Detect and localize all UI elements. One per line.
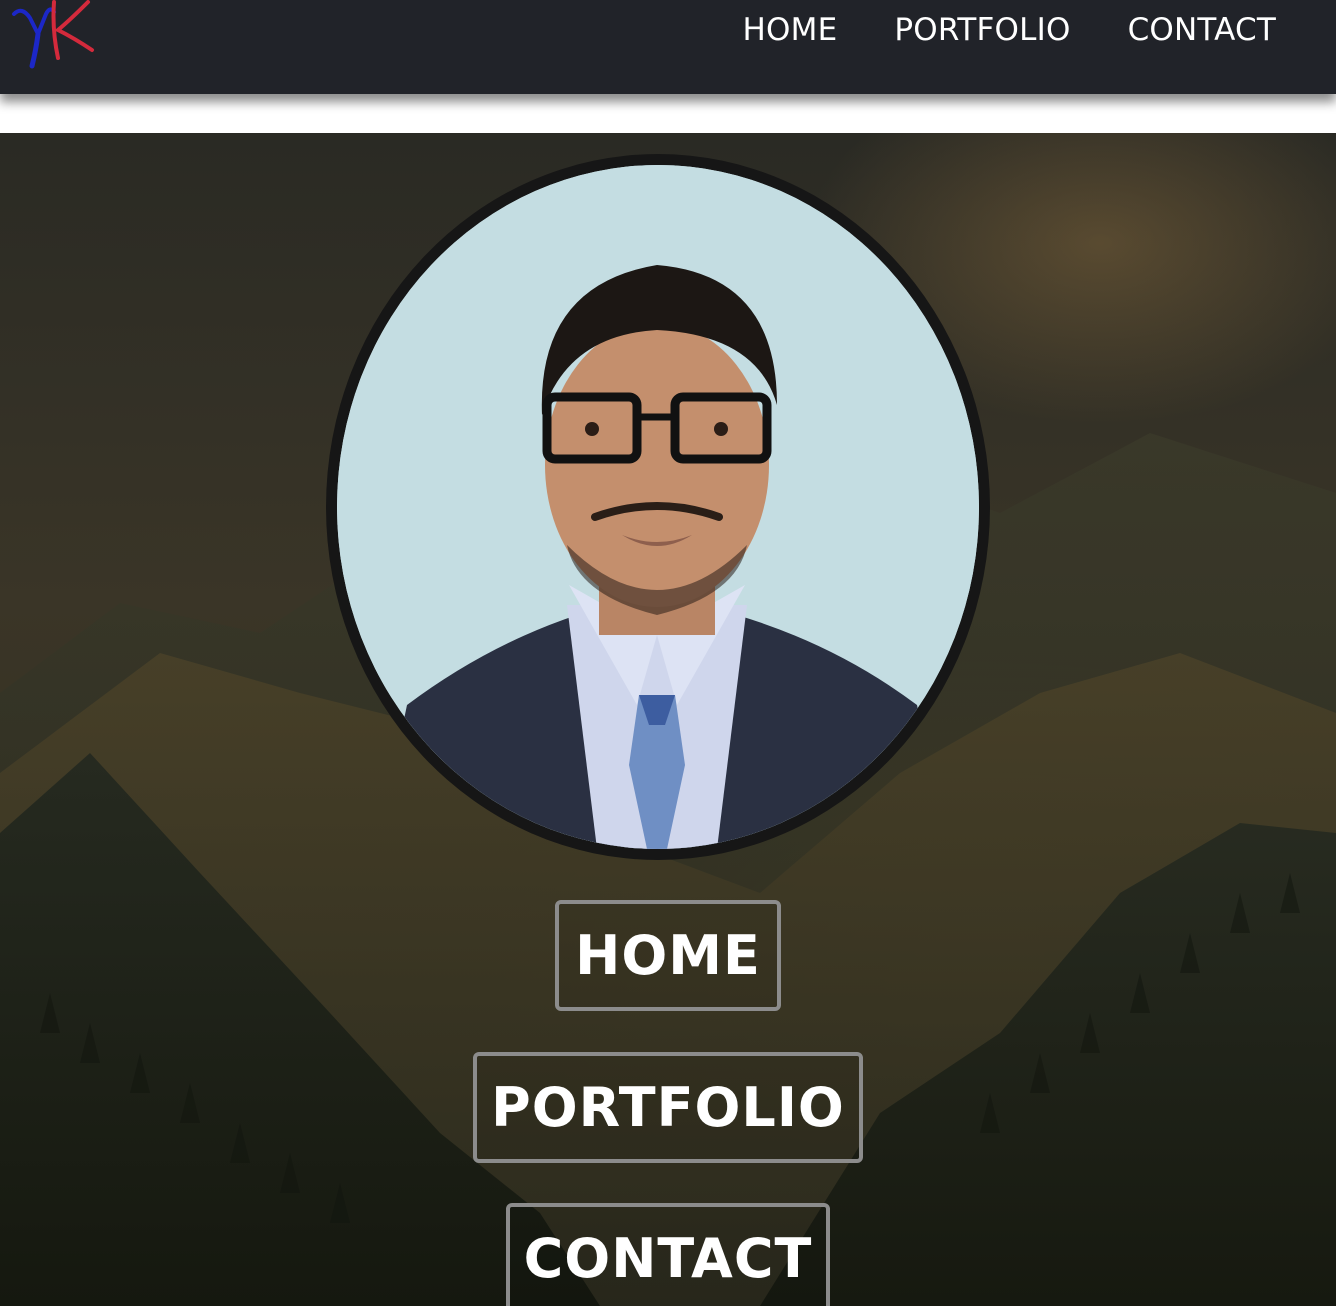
contact-button[interactable]: CONTACT [506,1203,830,1306]
top-navbar: HOME PORTFOLIO CONTACT [0,0,1336,94]
nav-contact-link[interactable]: CONTACT [1128,12,1276,48]
portfolio-button[interactable]: PORTFOLIO [473,1052,863,1163]
nav-portfolio-link[interactable]: PORTFOLIO [894,12,1070,48]
profile-portrait-icon [337,165,979,849]
profile-photo-frame [326,154,990,860]
top-nav: HOME PORTFOLIO CONTACT [743,8,1336,52]
nav-home-link[interactable]: HOME [743,12,838,48]
yk-logo-icon[interactable] [8,0,98,72]
home-button[interactable]: HOME [555,900,781,1011]
hero-section: HOME PORTFOLIO CONTACT [0,133,1336,1306]
